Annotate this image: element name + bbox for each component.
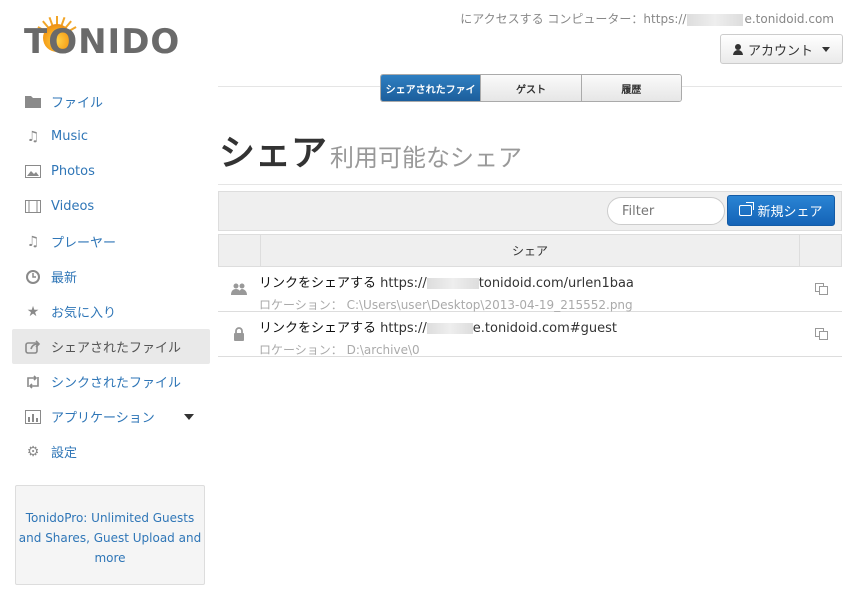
sidebar-item-label: Photos (51, 164, 95, 179)
account-button[interactable]: アカウント (719, 34, 843, 64)
share-icon (24, 339, 42, 355)
sidebar-item-applications[interactable]: アプリケーション (12, 399, 210, 434)
lock-icon (218, 312, 259, 356)
location-label: ロケーション： (259, 343, 343, 357)
page-title: シェア (219, 133, 328, 174)
table-row[interactable]: リンクをシェアする https:// tonidoid.com/urlen1baa… (218, 267, 842, 312)
location-label: ロケーション： (259, 298, 343, 312)
sidebar-item-label: お気に入り (51, 306, 117, 321)
shares-table: シェア リンクをシェアする https:// tonidoid.com/urlen… (218, 234, 842, 357)
copy-link-icon[interactable] (801, 267, 842, 311)
user-icon (732, 43, 743, 55)
sidebar-item-synced-files[interactable]: シンクされたファイル (12, 364, 210, 399)
chart-icon (24, 409, 42, 425)
divider (218, 184, 842, 185)
redacted-block (426, 323, 473, 334)
sidebar-item-label: Videos (51, 199, 95, 214)
filter-input[interactable] (607, 197, 725, 225)
share-info[interactable]: リンクをシェアする https:// tonidoid.com/urlen1baa… (259, 267, 801, 312)
sync-icon (24, 374, 42, 390)
music-icon: ♫ (26, 128, 40, 145)
toolbar: 新規シェア (218, 191, 842, 231)
logo-text: TONIDO (24, 22, 181, 62)
star-icon: ★ (26, 303, 40, 320)
table-header-icon-col (219, 235, 261, 266)
copy-link-icon[interactable] (801, 312, 842, 356)
promo-text[interactable]: TonidoPro: Unlimited Guests and Shares, … (19, 511, 201, 565)
access-url-label: にアクセスする コンピューター：https:// e.tonidoid.com (460, 10, 834, 27)
tonido-logo[interactable]: TONIDO (24, 16, 179, 66)
sidebar-item-label: ファイル (51, 96, 104, 111)
share-icon (739, 202, 755, 216)
promo-box[interactable]: TonidoPro: Unlimited Guests and Shares, … (15, 485, 205, 585)
share-url-suffix: tonidoid.com/urlen1baa (478, 276, 634, 291)
sidebar: ファイル ♫ Music Photos Videos ♫ プレーヤー 最新 ★ … (12, 84, 210, 469)
access-suffix: e.tonidoid.com (744, 12, 834, 26)
music-icon: ♫ (26, 233, 40, 250)
sidebar-item-label: Music (51, 129, 88, 144)
sidebar-item-label: シェアされたファイル (51, 341, 182, 356)
chevron-down-icon[interactable] (184, 413, 194, 420)
redacted-block (687, 13, 744, 26)
photo-icon (24, 164, 42, 180)
tab-guests[interactable]: ゲスト (480, 75, 581, 101)
sidebar-item-favorites[interactable]: ★ お気に入り (12, 294, 210, 329)
sidebar-item-label: 設定 (51, 446, 78, 461)
sidebar-item-shared-files[interactable]: シェアされたファイル (12, 329, 210, 364)
page-subtitle: 利用可能なシェア (330, 144, 522, 172)
sidebar-item-label: プレーヤー (51, 236, 117, 251)
clock-icon (24, 269, 42, 285)
table-header-share[interactable]: シェア (261, 235, 800, 266)
tab-bar: シェアされたファイ ゲスト 履歴 (380, 74, 682, 102)
sidebar-item-player[interactable]: ♫ プレーヤー (12, 224, 210, 259)
tab-history[interactable]: 履歴 (580, 75, 681, 101)
share-title[interactable]: リンクをシェアする https:// e.tonidoid.com#guest (259, 320, 801, 338)
gears-icon: ⚙ (26, 443, 40, 460)
location-path: C:\Users\user\Desktop\2013-04-19_215552.… (346, 298, 633, 312)
tab-shared-files[interactable]: シェアされたファイ (381, 75, 481, 101)
share-url-suffix: e.tonidoid.com#guest (472, 321, 618, 336)
sidebar-item-label: シンクされたファイル (51, 376, 182, 391)
sidebar-item-photos[interactable]: Photos (12, 154, 210, 189)
share-location: ロケーション： D:\archive\0 (259, 341, 801, 359)
sidebar-item-files[interactable]: ファイル (12, 84, 210, 119)
share-url-prefix: https:// (380, 321, 427, 336)
access-prefix: にアクセスする コンピューター：https:// (460, 12, 687, 26)
film-icon (24, 199, 42, 215)
account-label: アカウント (747, 43, 813, 59)
redacted-block (426, 278, 479, 289)
folder-icon (24, 94, 42, 110)
table-header-action-col (800, 235, 841, 266)
new-share-label: 新規シェア (757, 205, 823, 220)
share-link-label: リンクをシェアする (259, 321, 377, 336)
sidebar-item-label: 最新 (51, 271, 78, 286)
table-header: シェア (218, 234, 842, 267)
sidebar-item-settings[interactable]: ⚙ 設定 (12, 434, 210, 469)
share-title[interactable]: リンクをシェアする https:// tonidoid.com/urlen1baa (259, 275, 801, 293)
new-share-button[interactable]: 新規シェア (727, 195, 835, 226)
sidebar-item-music[interactable]: ♫ Music (12, 119, 210, 154)
location-path: D:\archive\0 (346, 343, 420, 357)
sidebar-item-label: アプリケーション (51, 411, 155, 426)
share-link-label: リンクをシェアする (259, 276, 377, 291)
sidebar-item-videos[interactable]: Videos (12, 189, 210, 224)
table-row[interactable]: リンクをシェアする https:// e.tonidoid.com#guest ロ… (218, 312, 842, 357)
share-url-prefix: https:// (380, 276, 427, 291)
group-icon (218, 267, 259, 311)
sidebar-item-recent[interactable]: 最新 (12, 259, 210, 294)
chevron-down-icon (822, 46, 830, 52)
share-info[interactable]: リンクをシェアする https:// e.tonidoid.com#guest ロ… (259, 312, 801, 359)
